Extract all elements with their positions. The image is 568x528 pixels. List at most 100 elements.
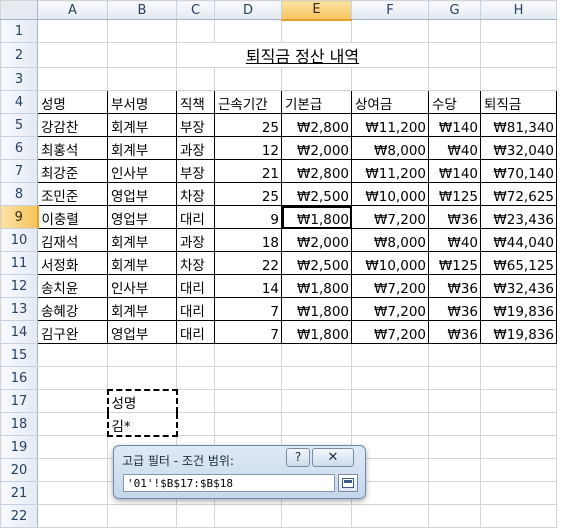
row-header-14[interactable]: 14 <box>0 320 38 344</box>
table-cell[interactable]: 이충렬 <box>37 205 108 229</box>
table-cell[interactable]: 김재석 <box>37 228 108 252</box>
empty-cell[interactable] <box>428 412 481 436</box>
empty-cell[interactable] <box>351 412 429 436</box>
table-cell[interactable]: 대리 <box>176 205 215 229</box>
table-cell[interactable]: ₩32,040 <box>480 136 557 160</box>
empty-cell[interactable] <box>480 67 557 91</box>
expand-dialog-button[interactable] <box>338 474 358 492</box>
row-header-13[interactable]: 13 <box>0 297 38 321</box>
row-header-16[interactable]: 16 <box>0 366 38 390</box>
row-header-19[interactable]: 19 <box>0 435 38 459</box>
row-header-7[interactable]: 7 <box>0 159 38 183</box>
empty-cell[interactable] <box>428 343 481 367</box>
table-cell[interactable]: ₩1,800 <box>281 320 352 344</box>
criteria-header-cell[interactable]: 성명 <box>106 388 178 413</box>
empty-cell[interactable] <box>214 67 282 91</box>
table-cell[interactable]: ₩7,200 <box>351 205 429 229</box>
table-cell[interactable]: ₩2,500 <box>281 251 352 275</box>
table-cell[interactable]: ₩40 <box>428 136 481 160</box>
table-cell[interactable]: ₩140 <box>428 159 481 183</box>
empty-cell[interactable] <box>480 435 557 459</box>
column-header-b[interactable]: B <box>107 0 177 20</box>
empty-cell[interactable] <box>351 19 429 43</box>
empty-cell[interactable] <box>281 412 352 436</box>
table-cell[interactable]: 25 <box>214 182 282 206</box>
row-header-4[interactable]: 4 <box>0 90 38 114</box>
table-cell[interactable]: 영업부 <box>107 320 177 344</box>
empty-cell[interactable] <box>37 458 108 482</box>
empty-cell[interactable] <box>281 366 352 390</box>
column-header-h[interactable]: H <box>480 0 557 20</box>
table-cell[interactable]: ₩125 <box>428 182 481 206</box>
criteria-value-cell[interactable]: 김* <box>106 412 178 437</box>
empty-cell[interactable] <box>214 389 282 413</box>
empty-cell[interactable] <box>351 389 429 413</box>
table-header-cell[interactable]: 기본급 <box>281 90 352 114</box>
table-cell[interactable]: 차장 <box>176 182 215 206</box>
empty-cell[interactable] <box>37 366 108 390</box>
table-cell[interactable]: 회계부 <box>107 228 177 252</box>
table-cell[interactable]: ₩32,436 <box>480 274 557 298</box>
table-cell[interactable]: 회계부 <box>107 297 177 321</box>
empty-cell[interactable] <box>480 389 557 413</box>
table-cell[interactable]: 과장 <box>176 136 215 160</box>
table-header-cell[interactable]: 성명 <box>37 90 108 114</box>
table-cell[interactable]: ₩23,436 <box>480 205 557 229</box>
empty-cell[interactable] <box>37 412 108 436</box>
empty-cell[interactable] <box>480 366 557 390</box>
table-cell[interactable]: ₩2,800 <box>281 159 352 183</box>
table-header-cell[interactable]: 상여금 <box>351 90 429 114</box>
empty-cell[interactable] <box>176 412 215 436</box>
column-header-a[interactable]: A <box>37 0 108 20</box>
active-cell[interactable]: ₩1,800 <box>281 205 352 229</box>
table-cell[interactable]: ₩7,200 <box>351 320 429 344</box>
empty-cell[interactable] <box>37 435 108 459</box>
table-cell[interactable]: ₩36 <box>428 205 481 229</box>
table-header-cell[interactable]: 직책 <box>176 90 215 114</box>
table-cell[interactable]: 7 <box>214 297 282 321</box>
row-header-2[interactable]: 2 <box>0 42 38 68</box>
empty-cell[interactable] <box>480 481 557 505</box>
table-cell[interactable]: 9 <box>214 205 282 229</box>
table-cell[interactable]: 대리 <box>176 297 215 321</box>
row-header-3[interactable]: 3 <box>0 67 38 91</box>
empty-cell[interactable] <box>107 67 177 91</box>
table-cell[interactable]: 영업부 <box>107 205 177 229</box>
table-cell[interactable]: 22 <box>214 251 282 275</box>
row-header-20[interactable]: 20 <box>0 458 38 482</box>
empty-cell[interactable] <box>428 504 481 528</box>
advanced-filter-criteria-dialog[interactable]: 고급 필터 - 조건 범위: ? ✕ <box>113 445 366 499</box>
empty-cell[interactable] <box>281 19 352 43</box>
empty-cell[interactable] <box>480 504 557 528</box>
row-header-17[interactable]: 17 <box>0 389 38 413</box>
empty-cell[interactable] <box>214 343 282 367</box>
empty-cell[interactable] <box>176 504 215 528</box>
table-cell[interactable]: ₩8,000 <box>351 136 429 160</box>
column-header-f[interactable]: F <box>351 0 429 20</box>
table-cell[interactable]: 조민준 <box>37 182 108 206</box>
column-header-d[interactable]: D <box>214 0 282 20</box>
table-cell[interactable]: 최홍석 <box>37 136 108 160</box>
empty-cell[interactable] <box>351 67 429 91</box>
table-cell[interactable]: ₩1,800 <box>281 274 352 298</box>
table-cell[interactable]: ₩7,200 <box>351 297 429 321</box>
empty-cell[interactable] <box>428 366 481 390</box>
empty-cell[interactable] <box>480 343 557 367</box>
table-cell[interactable]: ₩36 <box>428 297 481 321</box>
table-cell[interactable]: ₩140 <box>428 113 481 137</box>
row-header-12[interactable]: 12 <box>0 274 38 298</box>
table-cell[interactable]: 강감찬 <box>37 113 108 137</box>
table-cell[interactable]: 인사부 <box>107 159 177 183</box>
empty-cell[interactable] <box>107 366 177 390</box>
empty-cell[interactable] <box>281 343 352 367</box>
empty-cell[interactable] <box>281 504 352 528</box>
row-header-6[interactable]: 6 <box>0 136 38 160</box>
column-header-e[interactable]: E <box>281 0 352 21</box>
column-header-g[interactable]: G <box>428 0 481 20</box>
table-cell[interactable]: ₩10,000 <box>351 182 429 206</box>
empty-cell[interactable] <box>176 19 215 43</box>
empty-cell[interactable] <box>281 67 352 91</box>
table-cell[interactable]: 부장 <box>176 159 215 183</box>
table-cell[interactable]: 25 <box>214 113 282 137</box>
empty-cell[interactable] <box>176 343 215 367</box>
